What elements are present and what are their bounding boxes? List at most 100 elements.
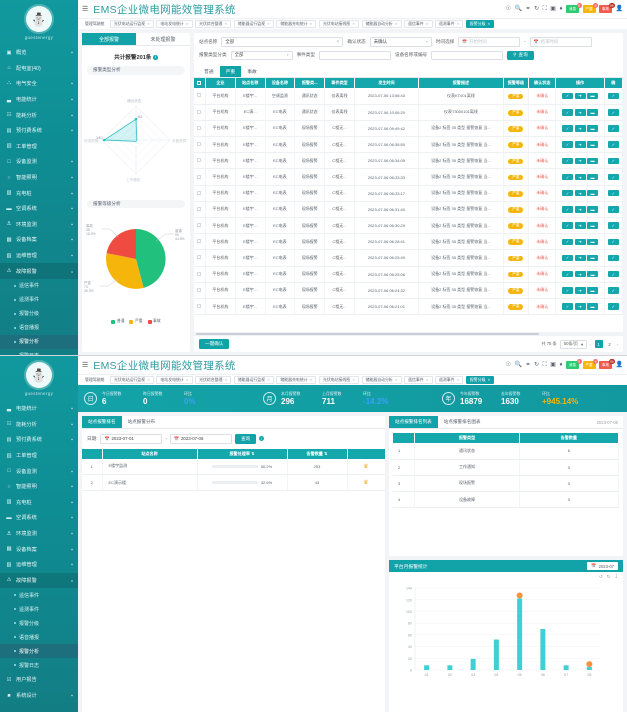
confirm-icon[interactable]: ✓ (562, 158, 573, 165)
tab-4[interactable]: 储能器运行监视✕ (234, 376, 274, 384)
note-icon[interactable]: ▬ (587, 222, 598, 229)
row-checkbox-cell[interactable] (194, 218, 205, 234)
legend-item-2[interactable]: 事故 (148, 319, 161, 324)
theme-icon[interactable]: ♦ (559, 362, 562, 368)
sidebar-subitem-3[interactable]: 语音播报 (0, 321, 78, 335)
link-icon[interactable]: ⚭ (526, 6, 531, 12)
forward-icon[interactable]: ➜ (575, 174, 586, 181)
cell-extra[interactable]: ✓ (604, 185, 622, 201)
info-icon[interactable]: i (153, 55, 158, 60)
badge-message-bottom[interactable]: 消息 9 (566, 361, 579, 369)
date-start-input[interactable]: 📅 2023-07-01 (100, 434, 162, 444)
table-row[interactable]: 平台机构E楼宇...EC电表现场报警C相无...2023-07-06 06:36… (194, 137, 623, 153)
cell-ops[interactable]: ✓➜▬ (556, 153, 604, 169)
more-icon[interactable]: ✓ (608, 303, 619, 310)
confirm-icon[interactable]: ✓ (562, 174, 573, 181)
row-checkbox[interactable] (197, 304, 201, 308)
cell-extra[interactable]: ✓ (604, 266, 622, 282)
sidebar-item-12[interactable]: ▦设备档案▾ (0, 541, 78, 557)
table-row[interactable]: 平台机构E楼宇...EC电表现场报警C相无...2023-07-06 06:33… (194, 185, 623, 201)
page-prev[interactable]: ‹ (590, 342, 591, 347)
confirm-icon[interactable]: ✓ (562, 287, 573, 294)
filter-time-end[interactable]: 📅 结束时间 (530, 37, 592, 47)
forward-icon[interactable]: ➜ (575, 239, 586, 246)
sidebar-item-1[interactable]: ⌂配电室(40) (0, 61, 78, 77)
forward-icon[interactable]: ➜ (575, 303, 586, 310)
note-icon[interactable]: ▬ (587, 287, 598, 294)
cell-ops[interactable]: ✓➜▬ (556, 88, 604, 104)
cell-extra[interactable]: ✓ (604, 120, 622, 136)
row-checkbox[interactable] (197, 158, 201, 162)
more-icon[interactable]: ✓ (608, 93, 619, 100)
tab-8[interactable]: 遥信事件✕ (404, 20, 432, 28)
tab-6[interactable]: 光伏电站接线图✕ (319, 376, 359, 384)
close-icon[interactable]: ✕ (426, 22, 429, 26)
tab-unhandled-alarms[interactable]: 未处理报警 (136, 33, 190, 45)
cell-ops[interactable]: ✓➜▬ (556, 282, 604, 298)
more-icon[interactable]: ✓ (608, 222, 619, 229)
table-row[interactable]: 平台机构E楼宇...EC电表现场报警C相无...2023-07-06 06:21… (194, 298, 623, 314)
tab-10[interactable]: 报警分级✕ (466, 20, 494, 28)
more-icon[interactable]: ✓ (608, 206, 619, 213)
more-icon[interactable]: ✓ (608, 174, 619, 181)
note-icon[interactable]: ▬ (587, 93, 598, 100)
badge-accident[interactable]: 事故 99 (599, 5, 612, 13)
more-icon[interactable]: ✓ (608, 239, 619, 246)
date-end-input[interactable]: 📅 2023-07-06 (170, 434, 232, 444)
sidebar-item-6[interactable]: ▥工单管理 (0, 139, 78, 155)
row-checkbox[interactable] (197, 191, 201, 195)
table-row[interactable]: 平台机构EC演...EC电表通讯状态仪表离线2023-07-06 10:06:2… (194, 104, 623, 120)
restore-icon[interactable]: ↺ (599, 574, 603, 580)
cell-extra[interactable]: ✓ (604, 88, 622, 104)
close-icon[interactable]: ✕ (487, 378, 490, 382)
close-icon[interactable]: ✕ (267, 22, 270, 26)
confirm-icon[interactable]: ✓ (562, 190, 573, 197)
cell-extra[interactable]: ✓ (604, 137, 622, 153)
confirm-icon[interactable]: ✓ (562, 206, 573, 213)
note-icon[interactable]: ▬ (587, 190, 598, 197)
table-row[interactable]: 平台机构E楼宇...EC电表现场报警C相无...2023-07-06 06:25… (194, 250, 623, 266)
row-checkbox-cell[interactable] (194, 169, 205, 185)
note-icon[interactable]: ▬ (587, 141, 598, 148)
sidebar-subitem-2[interactable]: 报警分级 (0, 616, 78, 630)
close-icon[interactable]: ✕ (310, 378, 313, 382)
forward-icon[interactable]: ➜ (575, 190, 586, 197)
tab-ranking-chart[interactable]: 站点报警排名图表 (438, 416, 487, 428)
confirm-icon[interactable]: ✓ (562, 303, 573, 310)
table-row[interactable]: 平台机构E楼宇...EC电表现场报警C相无...2023-07-06 06:24… (194, 282, 623, 298)
note-icon[interactable]: ▬ (587, 206, 598, 213)
table-row[interactable]: 平台机构E楼宇...EC电表现场报警C相无...2023-07-06 06:31… (194, 201, 623, 217)
more-icon[interactable]: ✓ (608, 255, 619, 262)
note-icon[interactable]: ▬ (587, 158, 598, 165)
legend-item-1[interactable]: 严重 (129, 319, 142, 324)
row-checkbox-cell[interactable] (194, 153, 205, 169)
row-checkbox-cell[interactable] (194, 137, 205, 153)
filter-confirm-select[interactable]: 未确认 ▾ (370, 37, 432, 47)
date-search-button[interactable]: 查询 (235, 434, 256, 444)
cell-extra[interactable]: ✓ (604, 218, 622, 234)
confirm-icon[interactable]: ✓ (562, 125, 573, 132)
sidebar-item-14[interactable]: ⚠故障报警▴ (0, 573, 78, 589)
sidebar-subitem-4[interactable]: 报警分析 (0, 335, 78, 349)
row-checkbox[interactable] (197, 93, 201, 97)
row-checkbox-cell[interactable] (194, 120, 205, 136)
cell-ops[interactable]: ✓➜▬ (556, 137, 604, 153)
confirm-icon[interactable]: ✓ (562, 222, 573, 229)
sidebar-item-4[interactable]: ☷能耗分析▾ (0, 107, 78, 123)
tab-4[interactable]: 储能器运行监视✕ (234, 20, 274, 28)
monthly-chart-period[interactable]: 📅 2023-07 (587, 562, 618, 570)
brand-logo-bottom[interactable]: ⛄ guestenergy (0, 356, 78, 396)
note-icon[interactable]: ▬ (587, 125, 598, 132)
sidebar-item-8[interactable]: ○智能照明▾ (0, 479, 78, 495)
select-all-checkbox[interactable] (197, 81, 201, 85)
sidebar-item-9[interactable]: ▨充电桩▾ (0, 185, 78, 201)
page-next[interactable]: › (617, 342, 618, 347)
badge-accident-bottom[interactable]: 事故 99 (599, 361, 612, 369)
sidebar-subitem-1[interactable]: 遥测事件 (0, 293, 78, 307)
table-row[interactable]: 平台机构E楼宇...空调监测通讯状态仪表离线2023-07-06 13:58:4… (194, 88, 623, 104)
table-row[interactable]: 3现场报警0 (393, 475, 619, 491)
tab-3[interactable]: 光伏综合整理✕ (195, 376, 231, 384)
close-icon[interactable]: ✕ (186, 22, 189, 26)
page-size-select[interactable]: 50条/页 ▾ (560, 340, 587, 349)
sidebar-item-8[interactable]: ○智能照明▾ (0, 170, 78, 186)
